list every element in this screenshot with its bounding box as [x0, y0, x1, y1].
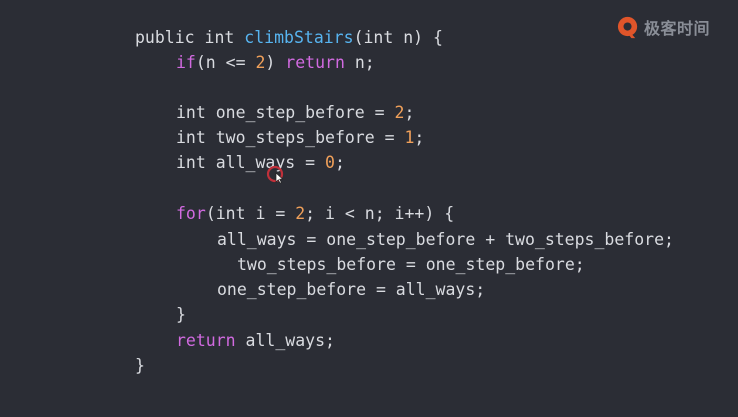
code-line: return all_ways;: [176, 330, 335, 352]
code-token: }: [176, 305, 186, 324]
code-token: one_step_before = all_ways;: [217, 280, 486, 299]
code-token: ): [265, 53, 286, 72]
code-token: ;: [404, 103, 415, 122]
geekbang-logo-icon: [617, 16, 638, 38]
code-number: 2: [295, 204, 306, 223]
code-token: ; i < n; i++) {: [305, 204, 455, 223]
code-token: int two_steps_before =: [176, 128, 405, 147]
code-token: ;: [414, 128, 425, 147]
code-keyword: return: [285, 53, 345, 72]
code-number: 2: [255, 53, 266, 72]
code-token: public int: [135, 28, 245, 47]
code-line: }: [135, 355, 145, 377]
code-line: public int climbStairs(int n) {: [135, 27, 443, 49]
code-line: }: [176, 304, 186, 326]
code-line: int all_ways = 0;: [176, 152, 345, 174]
code-token: }: [135, 356, 145, 375]
code-keyword: if: [176, 53, 196, 72]
code-number: 2: [394, 103, 405, 122]
code-token: (n <=: [195, 53, 256, 72]
mouse-pointer-icon: [266, 165, 284, 184]
code-function-name: climbStairs: [244, 28, 354, 47]
code-token: (int i =: [205, 204, 296, 223]
brand-logo: 极客时间: [616, 14, 710, 40]
code-line: if(n <= 2) return n;: [176, 52, 375, 74]
video-frame: public int climbStairs(int n) { if(n <= 2…: [0, 0, 738, 417]
code-token: int all_ways =: [176, 153, 326, 172]
code-token: n;: [344, 53, 375, 72]
code-line: two_steps_before = one_step_before;: [237, 254, 585, 276]
code-keyword: for: [176, 204, 206, 223]
code-line: int two_steps_before = 1;: [176, 127, 424, 149]
code-token: all_ways;: [235, 331, 335, 350]
code-token: (int n) {: [353, 28, 443, 47]
code-line: for(int i = 2; i < n; i++) {: [176, 203, 454, 225]
code-token: two_steps_before = one_step_before;: [237, 255, 585, 274]
code-token: all_ways = one_step_before + two_steps_b…: [217, 230, 674, 249]
brand-name: 极客时间: [644, 19, 711, 38]
code-token: int one_step_before =: [176, 103, 395, 122]
code-number: 0: [325, 153, 335, 172]
code-line: all_ways = one_step_before + two_steps_b…: [217, 229, 674, 251]
code-line: int one_step_before = 2;: [176, 102, 414, 124]
code-block: public int climbStairs(int n) { if(n <= 2…: [0, 0, 738, 417]
code-line: one_step_before = all_ways;: [217, 279, 485, 301]
code-token: ;: [334, 153, 345, 172]
code-keyword: return: [176, 331, 236, 350]
code-number: 1: [404, 128, 415, 147]
